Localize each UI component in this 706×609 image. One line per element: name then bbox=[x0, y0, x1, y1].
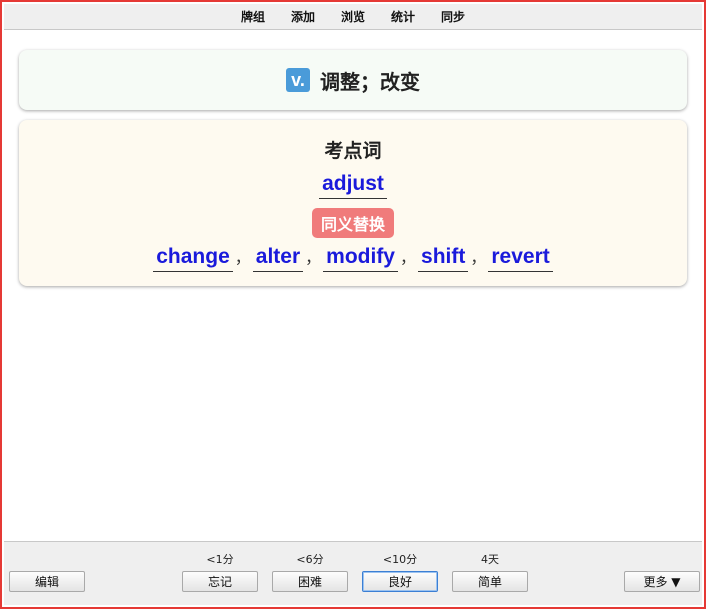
more-button[interactable]: 更多 ▼ bbox=[624, 571, 700, 592]
synonym-link[interactable]: revert bbox=[488, 245, 553, 272]
interval-good: <10分 bbox=[382, 553, 418, 566]
synonym-badge-row: 同义替换 bbox=[19, 208, 687, 238]
synonym-separator: ， bbox=[305, 248, 322, 267]
part-of-speech-badge: v. bbox=[286, 68, 310, 92]
menu-browse[interactable]: 浏览 bbox=[341, 6, 365, 27]
easy-button[interactable]: 简单 bbox=[452, 571, 528, 592]
synonym-separator: ， bbox=[234, 248, 251, 267]
edit-button[interactable]: 编辑 bbox=[9, 571, 85, 592]
synonym-link[interactable]: change bbox=[153, 245, 233, 272]
interval-hard: <6分 bbox=[296, 553, 324, 566]
card-review-area: v. 调整；改变 考点词 adjust 同义替换 change， alter， mo… bbox=[4, 30, 702, 541]
good-button[interactable]: 良好 bbox=[362, 571, 438, 592]
synonym-link[interactable]: modify bbox=[323, 245, 398, 272]
synonym-link[interactable]: shift bbox=[418, 245, 469, 272]
synonym-link[interactable]: alter bbox=[252, 245, 304, 272]
hard-button[interactable]: 困难 bbox=[272, 571, 348, 592]
definition-text: 调整；改变 bbox=[320, 69, 420, 94]
menu-decks[interactable]: 牌组 bbox=[241, 6, 265, 27]
exam-word-card: 考点词 adjust 同义替换 change， alter， modify， shif… bbox=[19, 120, 687, 286]
interval-easy: 4天 bbox=[481, 553, 499, 566]
menu-add[interactable]: 添加 bbox=[291, 6, 315, 27]
app-window: 牌组 添加 浏览 统计 同步 v. 调整；改变 考点词 adjust 同义替换 … bbox=[0, 0, 706, 609]
answer-bar: 编辑 <1分 忘记 <6分 困难 <10分 良好 4天 简单 更多 ▼ bbox=[4, 541, 702, 605]
definition-card: v. 调整；改变 bbox=[19, 50, 687, 110]
synonym-separator: ， bbox=[470, 248, 487, 267]
exam-word-title: 考点词 bbox=[324, 140, 382, 162]
keyword-row: adjust bbox=[19, 172, 687, 199]
synonym-list: change， alter， modify， shift， revert bbox=[19, 244, 687, 272]
menu-sync[interactable]: 同步 bbox=[441, 6, 465, 27]
synonym-separator: ， bbox=[400, 248, 417, 267]
interval-again: <1分 bbox=[206, 553, 234, 566]
menu-stats[interactable]: 统计 bbox=[391, 6, 415, 27]
again-button[interactable]: 忘记 bbox=[182, 571, 258, 592]
keyword-link[interactable]: adjust bbox=[319, 172, 387, 199]
synonym-badge: 同义替换 bbox=[311, 208, 394, 238]
top-menu-bar: 牌组 添加 浏览 统计 同步 bbox=[4, 4, 702, 30]
